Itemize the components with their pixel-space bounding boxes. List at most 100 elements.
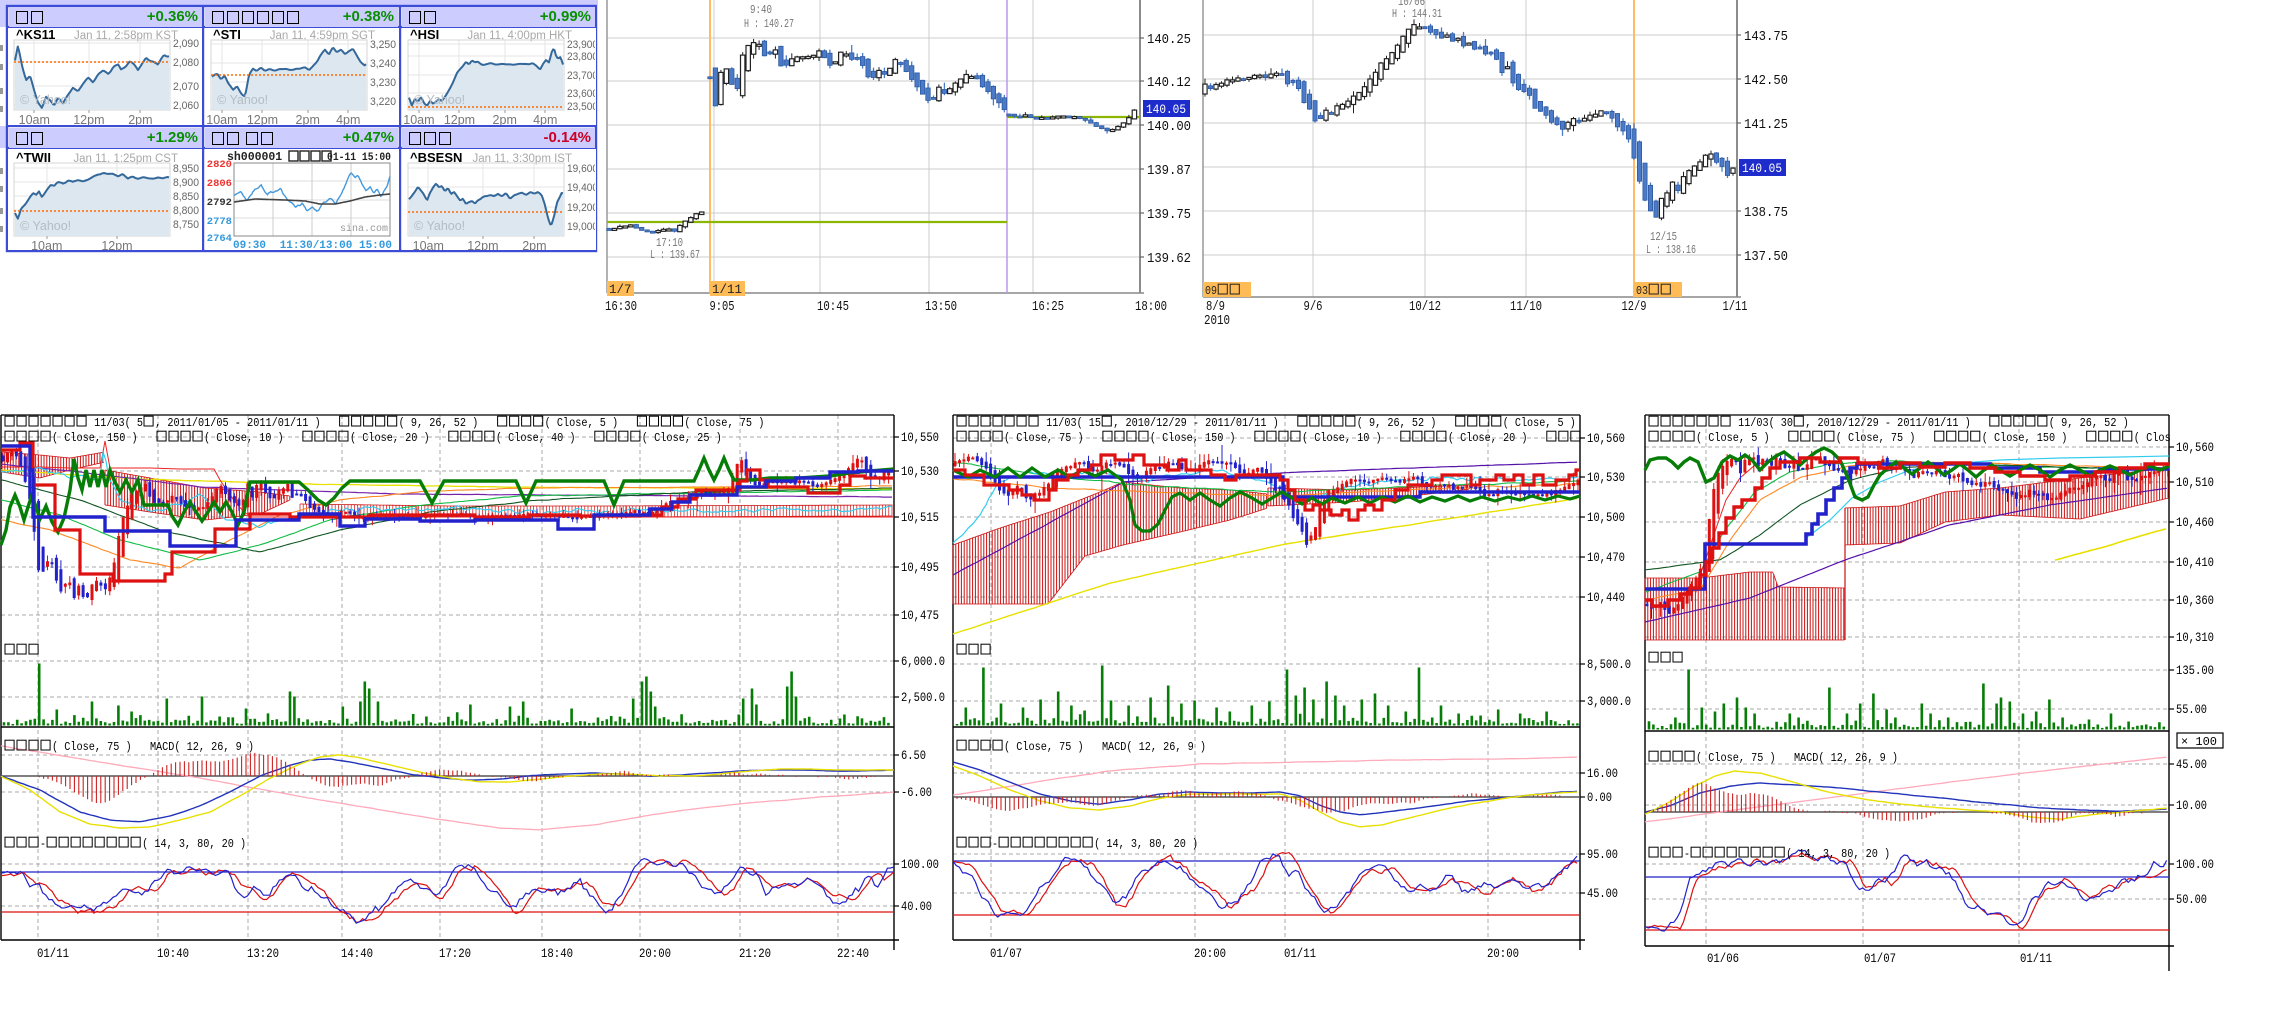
svg-text:10,515: 10,515 <box>901 511 939 525</box>
svg-text:L : 138.16: L : 138.16 <box>1646 244 1696 257</box>
svg-text:( Close, 25 ): ( Close, 25 ) <box>642 431 722 445</box>
svg-text:13:20: 13:20 <box>247 947 279 961</box>
svg-text:10,550: 10,550 <box>901 431 939 445</box>
svg-text:( Close, 75 ) MACD( 12, 26,: ( Close, 75 ) MACD( 12, 26, 9 ) <box>52 740 254 754</box>
svg-text:( Close, 10 ): ( Close, 10 ) <box>204 431 302 445</box>
svg-text:10,530: 10,530 <box>1587 471 1625 485</box>
svg-text:-: - <box>1684 847 1690 861</box>
svg-text:18:40: 18:40 <box>541 947 573 961</box>
svg-text:18:00: 18:00 <box>1135 300 1167 315</box>
svg-text:( Close, 150 ): ( Close, 150 ) <box>1982 431 2086 445</box>
svg-text:20:00: 20:00 <box>1194 947 1226 961</box>
svg-text:H : 140.27: H : 140.27 <box>744 18 794 31</box>
svg-text:11/03( 5: 11/03( 5 <box>88 416 143 430</box>
svg-text:2010: 2010 <box>1204 314 1230 329</box>
svg-text:( 9, 26, 52 ): ( 9, 26, 52 ) <box>399 416 497 430</box>
svg-text:17:20: 17:20 <box>439 947 471 961</box>
svg-text:10,460: 10,460 <box>2176 516 2214 530</box>
svg-text:9:40: 9:40 <box>750 4 772 17</box>
svg-text:( 14, 3, 80, 20 ): ( 14, 3, 80, 20 ) <box>142 837 246 851</box>
svg-text:45.00: 45.00 <box>2176 758 2207 772</box>
svg-text:140.12: 140.12 <box>1147 76 1191 91</box>
svg-text:10,440: 10,440 <box>1587 591 1625 605</box>
svg-text:141.25: 141.25 <box>1744 118 1788 133</box>
svg-text:, 2010/12/29 - 2011/01/11 ): , 2010/12/29 - 2011/01/11 ) <box>1113 416 1297 430</box>
svg-text:10,510: 10,510 <box>2176 476 2214 490</box>
svg-text:01/11: 01/11 <box>1284 947 1316 961</box>
svg-text:11/10: 11/10 <box>1510 300 1542 315</box>
svg-text:1/11: 1/11 <box>1723 300 1748 315</box>
svg-text:( Close, 75 ): ( Close, 75 ) <box>684 416 764 430</box>
svg-text:( Close, 75 ) MACD( 12, 26,: ( Close, 75 ) MACD( 12, 26, 9 ) <box>1004 740 1206 754</box>
svg-text:16:30: 16:30 <box>605 300 637 315</box>
svg-text:1/11: 1/11 <box>712 283 742 297</box>
svg-text:21:20: 21:20 <box>739 947 771 961</box>
svg-text:10,560: 10,560 <box>2176 441 2214 455</box>
svg-text:-: - <box>992 837 998 851</box>
svg-text:12/9: 12/9 <box>1622 300 1647 315</box>
svg-text:6.50: 6.50 <box>901 749 926 763</box>
svg-text:( 9, 26, 52 ): ( 9, 26, 52 ) <box>1357 416 1455 430</box>
svg-text:, 2010/12/29 - 2011/01/11 ): , 2010/12/29 - 2011/01/11 ) <box>1805 416 1989 430</box>
svg-text:40.00: 40.00 <box>901 900 932 914</box>
svg-text:12/15: 12/15 <box>1650 231 1677 244</box>
svg-text:16.00: 16.00 <box>1587 767 1618 781</box>
svg-text:10,530: 10,530 <box>901 465 939 479</box>
svg-text:( Close, 150 ): ( Close, 150 ) <box>52 431 156 445</box>
svg-text:2,500.0: 2,500.0 <box>901 691 945 705</box>
svg-text:( Close, 5 ): ( Close, 5 ) <box>545 416 637 430</box>
svg-text:( 9, 26, 52 ): ( 9, 26, 52 ) <box>2049 416 2129 430</box>
svg-text:55.00: 55.00 <box>2176 703 2207 717</box>
svg-text:100.00: 100.00 <box>2176 858 2214 872</box>
svg-text:140.25: 140.25 <box>1147 33 1191 48</box>
svg-text:( Close, 20 ): ( Close, 20 ) <box>350 431 448 445</box>
svg-text:11/03( 15: 11/03( 15 <box>1040 416 1101 430</box>
svg-text:8,500.0: 8,500.0 <box>1587 658 1631 672</box>
svg-text:10,560: 10,560 <box>1587 432 1625 446</box>
svg-text:16:25: 16:25 <box>1032 300 1064 315</box>
svg-text:20:00: 20:00 <box>639 947 671 961</box>
svg-text:142.50: 142.50 <box>1744 74 1788 89</box>
svg-text:13:50: 13:50 <box>925 300 957 315</box>
svg-text:140.05: 140.05 <box>1146 102 1186 117</box>
svg-text:22:40: 22:40 <box>837 947 869 961</box>
svg-text:140.00: 140.00 <box>1147 120 1191 135</box>
svg-text:10:40: 10:40 <box>157 947 189 961</box>
svg-text:135.00: 135.00 <box>2176 664 2214 678</box>
svg-text:9:05: 9:05 <box>710 300 735 315</box>
svg-text:( Close, 75 ) MACD( 12, 26,: ( Close, 75 ) MACD( 12, 26, 9 ) <box>1696 751 1898 765</box>
svg-text:8/9: 8/9 <box>1206 300 1225 315</box>
svg-text:0.00: 0.00 <box>1587 791 1612 805</box>
svg-text:( Close, 20 ): ( Close, 20 ) <box>1448 431 1546 445</box>
svg-text:50.00: 50.00 <box>2176 893 2207 907</box>
svg-text:139.75: 139.75 <box>1147 208 1191 223</box>
svg-text:10,360: 10,360 <box>2176 594 2214 608</box>
svg-text:( Clos: ( Clos <box>2134 431 2171 445</box>
svg-text:, 2011/01/05 - 2011/01/11 ): , 2011/01/05 - 2011/01/11 ) <box>155 416 339 430</box>
svg-text:11/03( 30: 11/03( 30 <box>1732 416 1793 430</box>
svg-text:09: 09 <box>1205 284 1217 298</box>
svg-text:01/07: 01/07 <box>1864 952 1896 966</box>
svg-text:H : 144.31: H : 144.31 <box>1392 8 1442 21</box>
svg-text:03: 03 <box>1636 284 1648 298</box>
svg-text:139.62: 139.62 <box>1147 252 1191 267</box>
svg-text:( Close, 150 ): ( Close, 150 ) <box>1150 431 1254 445</box>
svg-text:( Close, 75 ): ( Close, 75 ) <box>1836 431 1934 445</box>
svg-text:01/11: 01/11 <box>2020 952 2052 966</box>
svg-text:10,500: 10,500 <box>1587 511 1625 525</box>
svg-text:45.00: 45.00 <box>1587 887 1618 901</box>
svg-text:140.05: 140.05 <box>1742 161 1782 176</box>
svg-text:( 14, 3, 80, 20 ): ( 14, 3, 80, 20 ) <box>1094 837 1198 851</box>
svg-text:01/07: 01/07 <box>990 947 1022 961</box>
svg-text:10/12: 10/12 <box>1409 300 1441 315</box>
svg-text:138.75: 138.75 <box>1744 206 1788 221</box>
svg-text:143.75: 143.75 <box>1744 30 1788 45</box>
svg-text:10,410: 10,410 <box>2176 556 2214 570</box>
svg-text:10,310: 10,310 <box>2176 631 2214 645</box>
svg-text:( Close, 40 ): ( Close, 40 ) <box>496 431 594 445</box>
svg-text:137.50: 137.50 <box>1744 250 1788 265</box>
svg-text:10:45: 10:45 <box>817 300 849 315</box>
svg-text:-: - <box>40 837 46 851</box>
svg-text:10,475: 10,475 <box>901 609 939 623</box>
svg-text:139.87: 139.87 <box>1147 164 1191 179</box>
